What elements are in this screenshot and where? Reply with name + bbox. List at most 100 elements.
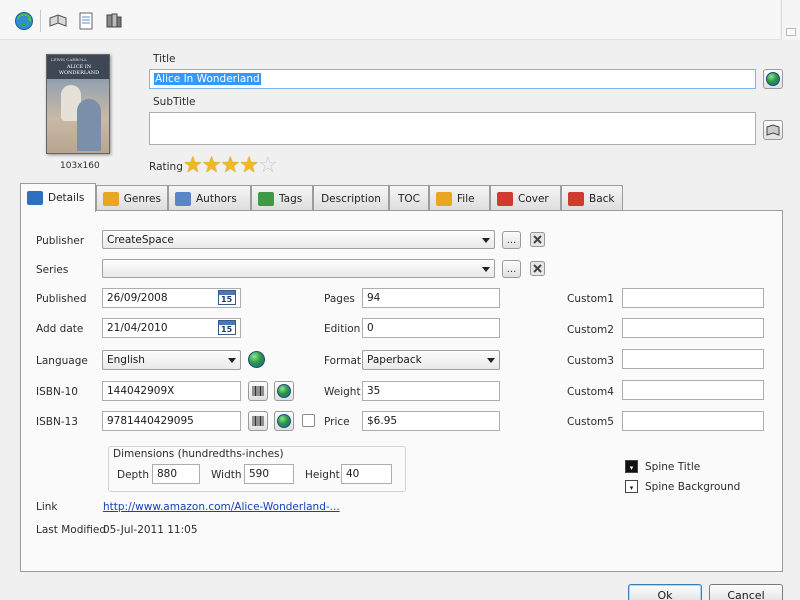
isbn13-lookup-button[interactable] bbox=[274, 411, 294, 431]
close-icon bbox=[530, 232, 545, 247]
spine-title-color-picker[interactable]: ▾ bbox=[625, 460, 638, 473]
publisher-clear-button[interactable] bbox=[528, 230, 547, 249]
ok-button[interactable]: Ok bbox=[628, 584, 702, 600]
format-value: Paperback bbox=[367, 354, 422, 366]
publisher-value: CreateSpace bbox=[107, 234, 174, 246]
depth-value: 880 bbox=[157, 468, 178, 480]
calendar-day: 15 bbox=[221, 295, 233, 304]
height-label: Height bbox=[305, 469, 340, 481]
custom5-input[interactable] bbox=[622, 411, 764, 431]
cover-thumbnail[interactable]: LEWIS CARROLL ALICE IN WONDERLAND bbox=[46, 54, 110, 154]
title-input-text: Alice In Wonderland bbox=[154, 73, 261, 85]
language-globe-button[interactable] bbox=[248, 351, 265, 368]
language-value: English bbox=[107, 354, 145, 366]
edition-value: 0 bbox=[367, 322, 374, 334]
series-browse-button[interactable]: ... bbox=[502, 260, 521, 278]
star-empty-icon[interactable]: ☆ bbox=[258, 153, 278, 178]
scroll-down-arrow[interactable] bbox=[786, 28, 796, 36]
isbn10-label: ISBN-10 bbox=[36, 386, 78, 398]
star-filled-icon[interactable]: ★ bbox=[239, 153, 259, 178]
weight-input[interactable]: 35 bbox=[362, 381, 500, 401]
adddate-label: Add date bbox=[36, 323, 84, 335]
star-filled-icon[interactable]: ★ bbox=[202, 153, 222, 178]
width-value: 590 bbox=[249, 468, 270, 480]
globe-refresh-icon[interactable] bbox=[14, 11, 34, 31]
isbn13-input[interactable]: 9781440429095 bbox=[102, 411, 241, 431]
isbn13-barcode-button[interactable] bbox=[248, 411, 268, 431]
tab-toc[interactable]: TOC bbox=[389, 185, 429, 211]
height-value: 40 bbox=[346, 468, 360, 480]
isbn10-input[interactable]: 144042909X bbox=[102, 381, 241, 401]
isbn13-value: 9781440429095 bbox=[107, 415, 194, 427]
title-lookup-button[interactable] bbox=[763, 69, 783, 89]
series-clear-button[interactable] bbox=[528, 259, 547, 278]
language-select[interactable]: English bbox=[102, 350, 241, 370]
isbn13-label: ISBN-13 bbox=[36, 416, 78, 428]
tab-tags[interactable]: Tags bbox=[251, 185, 313, 211]
language-label: Language bbox=[36, 355, 88, 367]
tab-details[interactable]: Details bbox=[20, 183, 96, 212]
pages-input[interactable]: 94 bbox=[362, 288, 500, 308]
spine-background-color-picker[interactable]: ▾ bbox=[625, 480, 638, 493]
isbn10-barcode-button[interactable] bbox=[248, 381, 268, 401]
chevron-down-icon bbox=[482, 267, 490, 272]
globe-icon bbox=[766, 72, 780, 86]
isbn10-value: 144042909X bbox=[107, 385, 175, 397]
depth-label: Depth bbox=[117, 469, 149, 481]
depth-input[interactable]: 880 bbox=[152, 464, 200, 484]
page-icon[interactable] bbox=[76, 11, 96, 31]
vertical-scrollbar[interactable] bbox=[781, 0, 800, 40]
edition-input[interactable]: 0 bbox=[362, 318, 500, 338]
amazon-link[interactable]: http://www.amazon.com/Alice-Wonderland-.… bbox=[103, 501, 340, 513]
weight-value: 35 bbox=[367, 385, 381, 397]
tab-cover[interactable]: Cover bbox=[490, 185, 561, 211]
book-open-icon[interactable] bbox=[48, 11, 68, 31]
tab-label: Authors bbox=[196, 192, 237, 205]
publisher-select[interactable]: CreateSpace bbox=[102, 230, 495, 249]
subtitle-action-button[interactable] bbox=[763, 120, 783, 140]
isbn10-lookup-button[interactable] bbox=[274, 381, 294, 401]
publisher-label: Publisher bbox=[36, 235, 85, 247]
subtitle-input[interactable] bbox=[149, 112, 756, 145]
adddate-calendar-button[interactable]: 15 bbox=[218, 320, 236, 335]
rating-stars[interactable]: ★★★★☆ bbox=[183, 153, 278, 178]
custom3-input[interactable] bbox=[622, 349, 764, 369]
books-stack-icon[interactable] bbox=[104, 11, 124, 31]
edition-label: Edition bbox=[324, 323, 361, 335]
pages-value: 94 bbox=[367, 292, 381, 304]
custom2-input[interactable] bbox=[622, 318, 764, 338]
tags-icon bbox=[258, 191, 274, 206]
cover-title: ALICE IN WONDERLAND bbox=[58, 64, 100, 76]
calendar-day: 15 bbox=[221, 325, 233, 334]
cover-author: LEWIS CARROLL bbox=[51, 57, 87, 62]
tab-file[interactable]: File bbox=[429, 185, 490, 211]
tab-label: Details bbox=[48, 192, 85, 204]
cancel-button[interactable]: Cancel bbox=[709, 584, 783, 600]
book-edit-icon bbox=[766, 124, 780, 136]
title-input[interactable]: Alice In Wonderland bbox=[149, 69, 756, 89]
custom1-label: Custom1 bbox=[567, 293, 614, 305]
tab-back[interactable]: Back bbox=[561, 185, 623, 211]
title-label: Title bbox=[153, 53, 176, 65]
tab-description[interactable]: Description bbox=[313, 185, 389, 211]
cover-title-band: LEWIS CARROLL ALICE IN WONDERLAND bbox=[47, 55, 109, 79]
series-select[interactable] bbox=[102, 259, 495, 278]
published-calendar-button[interactable]: 15 bbox=[218, 290, 236, 305]
tab-authors[interactable]: Authors bbox=[168, 185, 251, 211]
isbn-checkbox[interactable] bbox=[302, 414, 315, 427]
price-input[interactable]: $6.95 bbox=[362, 411, 500, 431]
globe-icon bbox=[277, 414, 291, 428]
custom5-label: Custom5 bbox=[567, 416, 614, 428]
tab-genres[interactable]: Genres bbox=[96, 185, 168, 211]
custom4-input[interactable] bbox=[622, 380, 764, 400]
publisher-browse-button[interactable]: ... bbox=[502, 231, 521, 249]
star-filled-icon[interactable]: ★ bbox=[183, 153, 203, 178]
custom1-input[interactable] bbox=[622, 288, 764, 308]
book-red-icon bbox=[568, 191, 584, 206]
width-input[interactable]: 590 bbox=[244, 464, 294, 484]
height-input[interactable]: 40 bbox=[341, 464, 392, 484]
tab-label: File bbox=[457, 192, 475, 205]
star-filled-icon[interactable]: ★ bbox=[220, 153, 240, 178]
format-select[interactable]: Paperback bbox=[362, 350, 500, 370]
chevron-down-icon bbox=[487, 358, 495, 363]
